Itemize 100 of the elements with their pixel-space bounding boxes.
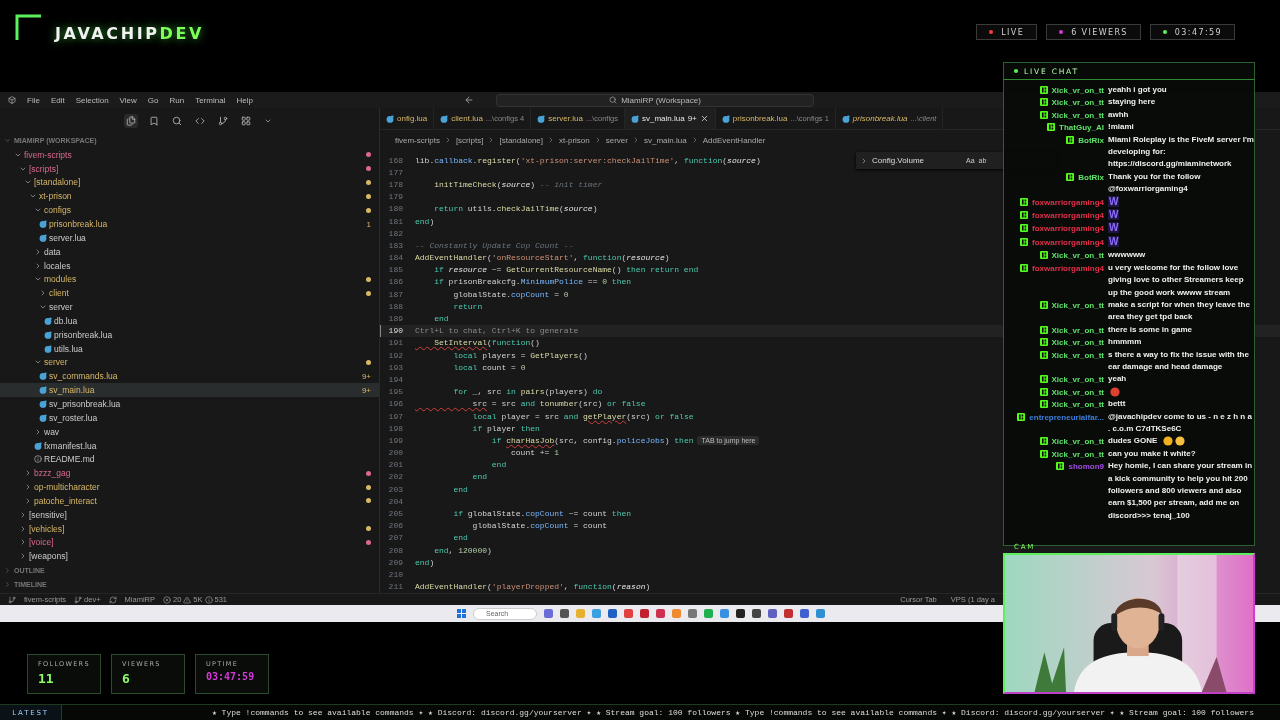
tree-item[interactable]: [scripts] — [0, 161, 379, 176]
line-number: 203 — [387, 484, 404, 494]
code-line: end, 120000) — [433, 545, 492, 555]
code-line: return — [452, 301, 483, 311]
chat-username[interactable]: BotRix — [1078, 135, 1104, 145]
chevron-icon[interactable] — [860, 156, 868, 165]
chat-username[interactable]: Xick_vr_on_tt — [1051, 400, 1104, 410]
code-line: end — [490, 460, 507, 470]
menu-item[interactable]: Terminal — [195, 95, 226, 105]
chat-username[interactable]: Xick_vr_on_tt — [1051, 86, 1104, 95]
tree-item[interactable]: sv_commands.lua 9+ — [0, 369, 379, 384]
find-field[interactable]: Config.Volume — [872, 156, 962, 165]
tree-item[interactable]: [standalone] — [0, 175, 379, 190]
tree-item[interactable]: server — [0, 300, 379, 314]
chat-username[interactable]: foxwarriorgaming4 — [1032, 237, 1104, 247]
line-number: 178 — [387, 179, 404, 189]
menu-item[interactable]: Run — [169, 95, 185, 105]
chat-username[interactable]: Xick_vr_on_tt — [1051, 300, 1104, 310]
tree-item[interactable]: sv_roster.lua — [0, 410, 379, 425]
tree-item[interactable]: server.lua — [0, 230, 379, 245]
stream-badge: 03:47:59 — [1149, 24, 1235, 40]
tree-item[interactable]: op-multicharacter — [0, 480, 379, 494]
tree-item[interactable]: db.lua — [0, 314, 379, 328]
files-button[interactable] — [124, 113, 138, 128]
chat-username[interactable]: Xick_vr_on_tt — [1051, 449, 1104, 459]
chat-username[interactable]: Xick_vr_on_tt — [1051, 251, 1104, 261]
line-number: 186 — [387, 277, 404, 287]
sync-icon[interactable] — [108, 595, 117, 604]
code-line: globalState.copCount = 0 — [452, 289, 569, 299]
info-icon — [34, 455, 42, 464]
user-badge-icon — [1039, 387, 1048, 396]
chat-username[interactable]: Xick_vr_on_tt — [1051, 375, 1104, 385]
chat-username[interactable]: shomon9 — [1068, 462, 1104, 472]
menu-item[interactable]: Edit — [50, 95, 65, 105]
breadcrumb-item[interactable]: fivem-scripts — [395, 135, 440, 145]
tree-item[interactable]: client — [0, 286, 379, 301]
lua-file-icon — [39, 372, 47, 381]
tree-item[interactable]: configs — [0, 203, 379, 218]
search-field[interactable]: MiamiRP (Workspace) — [496, 93, 814, 107]
tree-item[interactable]: locales — [0, 258, 379, 273]
tree-item[interactable]: [weapons] — [0, 549, 379, 564]
tree-item[interactable]: data — [0, 244, 379, 259]
line-number: 196 — [387, 399, 404, 409]
menu-item[interactable]: Selection — [75, 95, 109, 105]
menu-item[interactable]: Go — [147, 95, 159, 105]
chat-username[interactable]: foxwarriorgaming4 — [1032, 211, 1104, 221]
chat-username[interactable]: foxwarriorgaming4 — [1032, 263, 1104, 273]
breadcrumb-item[interactable]: sv_main.lua — [643, 135, 687, 145]
menu-item[interactable]: Help — [236, 95, 253, 105]
chat-username[interactable]: Xick_vr_on_tt — [1051, 350, 1104, 360]
tree-item[interactable]: prisonbreak.lua 1 — [0, 217, 379, 231]
close-icon[interactable] — [699, 114, 709, 123]
tree-item[interactable]: [vehicles] — [0, 521, 379, 536]
editor-tab[interactable]: sv_main.lua 9+ — [625, 108, 716, 129]
chat-username[interactable]: Xick_vr_on_tt — [1051, 338, 1104, 348]
menu-item[interactable]: File — [27, 95, 40, 105]
chat-username[interactable]: BotRix — [1078, 172, 1104, 182]
remote-icon[interactable] — [8, 595, 16, 604]
line-number: 206 — [387, 521, 404, 531]
back-arrow-icon[interactable] — [464, 95, 474, 105]
breadcrumb-item[interactable]: xt-prison — [559, 135, 590, 145]
tree-item[interactable]: patoche_interact — [0, 493, 379, 508]
tree-item[interactable]: [sensitive] — [0, 507, 379, 522]
chat-message: awhh — [1108, 109, 1130, 119]
chat-username[interactable]: Xick_vr_on_tt — [1051, 98, 1104, 108]
chat-username[interactable]: Xick_vr_on_tt — [1051, 110, 1104, 120]
menu-item[interactable]: View — [119, 95, 137, 105]
chat-message: yeah — [1108, 374, 1128, 384]
tree-item[interactable]: xt-prison — [0, 189, 379, 204]
chat-username[interactable]: entrepreneurialfar... — [1029, 412, 1104, 422]
tree-item[interactable]: fxmanifest.lua — [0, 438, 379, 453]
tree-item[interactable]: prisonbreak.lua — [0, 327, 379, 342]
editor-tab[interactable]: onfig.lua — [380, 108, 435, 129]
tree-item[interactable]: [voice] — [0, 535, 379, 550]
tree-item[interactable]: sv_main.lua 9+ — [0, 383, 379, 398]
code-line: count += 1 — [510, 448, 560, 458]
tree-item[interactable]: wav — [0, 424, 379, 439]
line-number: 189 — [387, 314, 404, 324]
tree-item[interactable]: server — [0, 355, 379, 370]
breadcrumb-item[interactable]: AddEventHandler — [702, 135, 766, 145]
chat-username[interactable]: foxwarriorgaming4 — [1032, 224, 1104, 234]
user-badge-icon — [1039, 300, 1048, 309]
chat-username[interactable]: foxwarriorgaming4 — [1032, 197, 1104, 207]
chat-username[interactable]: ThatGuy_AI — [1059, 123, 1104, 133]
breadcrumb-item[interactable]: [standalone] — [499, 135, 544, 145]
tree-item[interactable]: bzzz_gag — [0, 466, 379, 481]
breadcrumb-item[interactable]: [scripts] — [455, 135, 484, 145]
lua-file-icon — [39, 233, 47, 242]
chat-username[interactable]: Xick_vr_on_tt — [1051, 437, 1104, 447]
code-line: if player then — [471, 423, 540, 433]
tree-item[interactable]: fivem-scripts — [0, 147, 379, 162]
tree-item[interactable]: README.md — [0, 452, 379, 467]
tree-item[interactable]: modules — [0, 272, 379, 287]
tree-item[interactable]: utils.lua — [0, 341, 379, 356]
breadcrumb-item[interactable]: server — [605, 135, 628, 145]
chat-username[interactable]: Xick_vr_on_tt — [1051, 387, 1104, 397]
line-number: 210 — [387, 569, 404, 579]
chat-username[interactable]: Xick_vr_on_tt — [1051, 325, 1104, 335]
tree-item[interactable]: sv_prisonbreak.lua — [0, 397, 379, 411]
windows-logo-icon[interactable] — [457, 609, 466, 618]
